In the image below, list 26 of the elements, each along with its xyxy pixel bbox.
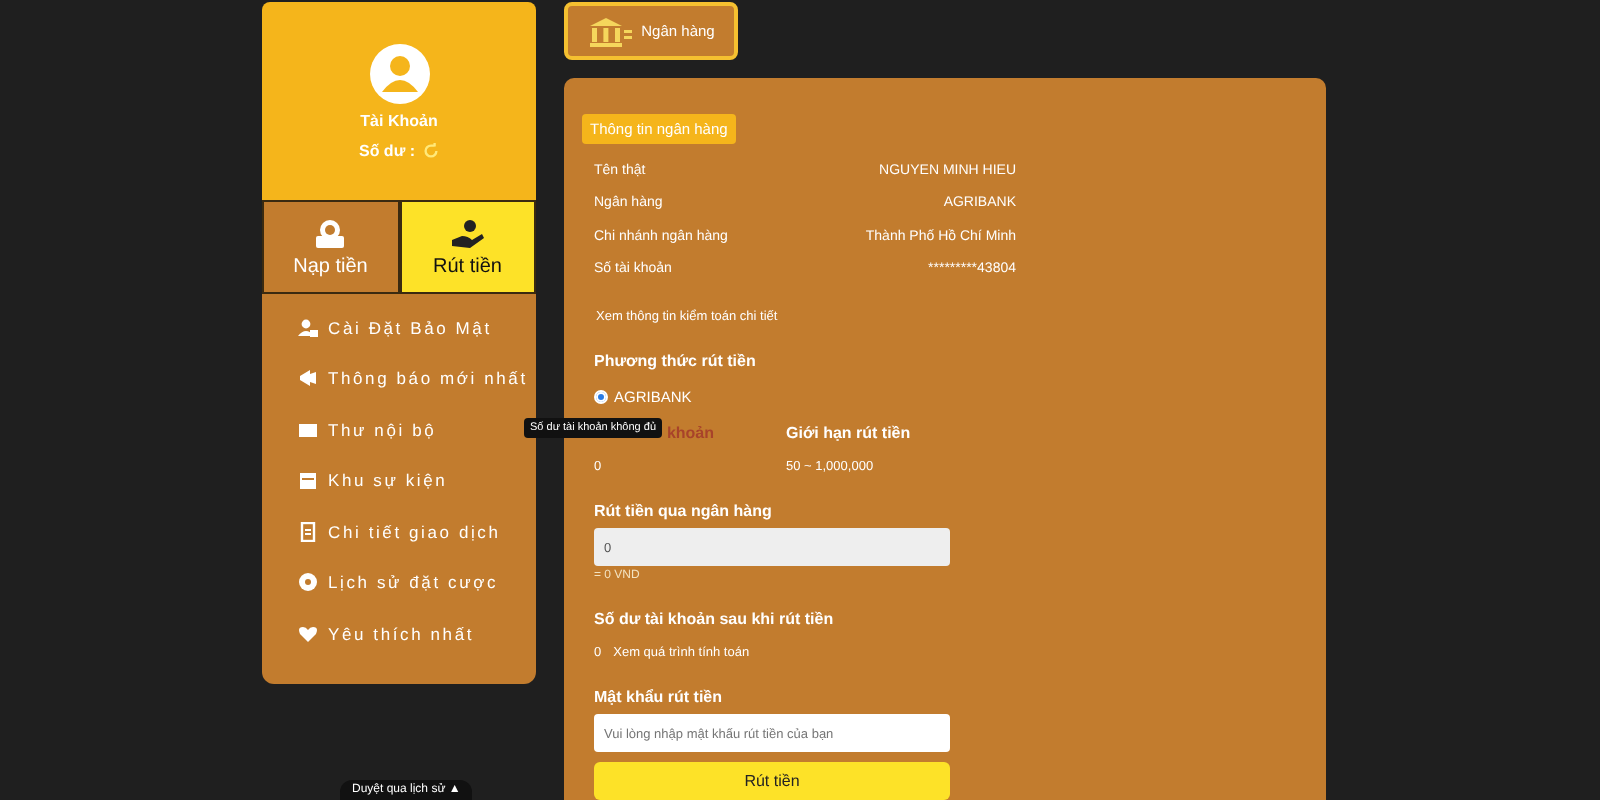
menu-item[interactable]: Chi tiết giao dịch [298,506,536,557]
balance-label: khoản [666,424,714,442]
coin-icon [298,572,318,593]
action-tab[interactable]: Rút tiền [399,200,536,294]
limit-label: Giới hạn rút tiền [786,424,913,442]
refresh-icon[interactable] [421,142,439,160]
menu-item[interactable]: Thông báo mới nhất [298,353,536,404]
heart-icon [298,623,318,644]
menu-item[interactable]: Lịch sử đặt cược [298,557,536,608]
after-balance-label: Số dư tài khoản sau khi rút tiền [594,610,834,628]
section-heading: Phương thức rút tiền [594,352,756,370]
user-lock-icon [298,317,318,338]
menu-item[interactable]: Khu sự kiện [298,455,536,506]
amount-label: Rút tiền qua ngân hàng [594,502,772,520]
action-tab[interactable]: Nạp tiền [262,200,399,294]
menu-item[interactable]: Yêu thích nhất [298,608,536,659]
balance-label: Số dư : [358,142,415,160]
withdraw-button[interactable]: Rút tiền [594,762,950,800]
hand-coin-icon [449,217,486,249]
password-label: Mật khẩu rút tiền [594,688,723,706]
receipt-icon [298,521,318,542]
avatar-icon [369,44,429,104]
account-title: Tài Khoản [360,112,438,130]
menu-item[interactable]: Cài Đặt Bảo Mật [298,302,536,353]
bank-icon [587,15,632,47]
calendar-icon [298,470,318,491]
